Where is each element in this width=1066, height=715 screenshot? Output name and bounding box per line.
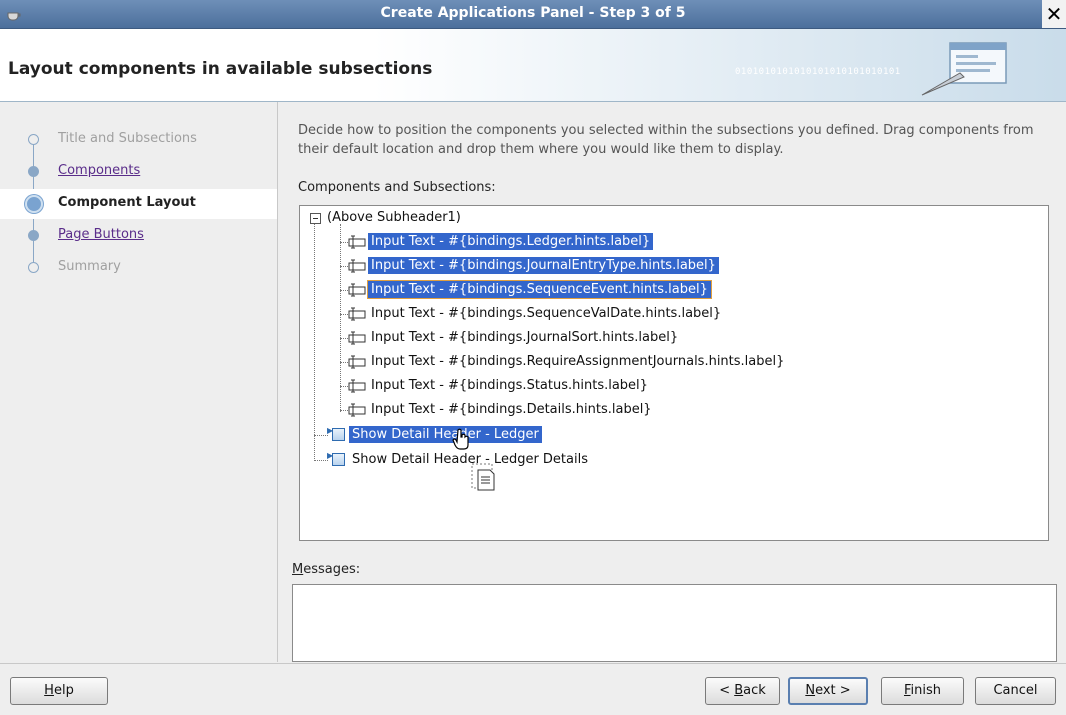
tree-line	[340, 290, 348, 291]
node-label: Input Text - #{bindings.JournalEntryType…	[368, 257, 719, 274]
tree-line	[314, 435, 328, 436]
tree-line	[314, 460, 328, 461]
messages-label-text: essages:	[303, 562, 361, 577]
step-title-and-subsections: Title and Subsections	[0, 125, 277, 155]
back-button[interactable]: < Back	[705, 677, 780, 705]
step-label: Component Layout	[58, 195, 196, 210]
hand-cursor-icon	[452, 428, 469, 450]
collapse-icon[interactable]	[310, 213, 321, 224]
messages-box[interactable]	[292, 584, 1057, 662]
tree-node-input-text[interactable]: Input Text - #{bindings.JournalSort.hint…	[340, 327, 681, 349]
page-heading: Layout components in available subsectio…	[8, 59, 433, 79]
tree-node-input-text[interactable]: Input Text - #{bindings.Ledger.hints.lab…	[340, 231, 654, 253]
binary-decoration: 0101010101010101010101010101	[735, 67, 901, 77]
tree-node-input-text[interactable]: Input Text - #{bindings.Status.hints.lab…	[340, 375, 651, 397]
node-label: Input Text - #{bindings.SequenceEvent.hi…	[367, 280, 712, 299]
next-button[interactable]: Next >	[788, 677, 868, 705]
step-label: Summary	[58, 259, 121, 274]
step-dot-icon	[28, 166, 39, 177]
wizard-graphic-icon	[921, 42, 1007, 96]
step-components[interactable]: Components	[0, 157, 277, 187]
tree-node-input-text[interactable]: Input Text - #{bindings.JournalEntryType…	[340, 255, 719, 277]
help-mnemonic: H	[44, 683, 54, 698]
footer-divider	[0, 663, 1066, 664]
input-text-icon	[348, 235, 366, 248]
back-mnemonic: B	[734, 683, 744, 698]
step-dot-icon	[28, 262, 39, 273]
node-label: Input Text - #{bindings.RequireAssignmen…	[371, 354, 785, 369]
components-label: Components and Subsections:	[298, 180, 496, 195]
node-label: (Above Subheader1)	[327, 210, 461, 225]
step-label[interactable]: Page Buttons	[58, 227, 144, 242]
tree-line	[340, 362, 348, 363]
help-label: elp	[53, 683, 74, 698]
messages-label: Messages:	[292, 562, 360, 577]
node-label: Input Text - #{bindings.Ledger.hints.lab…	[368, 233, 654, 250]
instructions-text: Decide how to position the components yo…	[298, 123, 1034, 157]
finish-button[interactable]: Finish	[881, 677, 964, 705]
input-text-icon	[348, 283, 366, 296]
finish-label: inish	[910, 683, 942, 698]
step-dot-icon	[28, 230, 39, 241]
next-label: ext >	[815, 683, 851, 698]
node-label: Input Text - #{bindings.JournalSort.hint…	[371, 330, 679, 345]
close-icon[interactable]: ✕	[1042, 0, 1066, 28]
step-label: Title and Subsections	[58, 131, 197, 146]
tree-node-input-text[interactable]: Input Text - #{bindings.SequenceValDate.…	[340, 303, 724, 325]
cancel-button[interactable]: Cancel	[975, 677, 1056, 705]
tree-line	[340, 338, 348, 339]
step-component-layout: Component Layout	[0, 189, 277, 219]
back-prefix: <	[719, 683, 735, 698]
messages-mnemonic: M	[292, 562, 304, 577]
back-label: ack	[743, 683, 766, 698]
tree-node-input-text[interactable]: Input Text - #{bindings.RequireAssignmen…	[340, 351, 787, 373]
node-label: Show Detail Header - Ledger	[349, 426, 542, 443]
tree-node-input-text[interactable]: Input Text - #{bindings.Details.hints.la…	[340, 399, 655, 421]
node-label: Input Text - #{bindings.Status.hints.lab…	[371, 378, 648, 393]
node-label: Input Text - #{bindings.SequenceValDate.…	[371, 306, 722, 321]
input-text-icon	[348, 331, 366, 344]
step-summary: Summary	[0, 253, 277, 283]
tree-node-input-text[interactable]: Input Text - #{bindings.SequenceEvent.hi…	[340, 279, 712, 301]
node-label: Input Text - #{bindings.Details.hints.la…	[371, 402, 652, 417]
tree-node-show-detail-header[interactable]: ▶ Show Detail Header - Ledger Details	[314, 449, 591, 471]
show-detail-header-icon	[332, 453, 345, 466]
next-mnemonic: N	[805, 683, 816, 698]
tree-line	[340, 314, 348, 315]
tree-line	[340, 242, 348, 243]
header-banner: Layout components in available subsectio…	[0, 29, 1066, 102]
tree-node-show-detail-header[interactable]: ▶ Show Detail Header - Ledger	[314, 424, 542, 446]
show-detail-header-icon	[332, 428, 345, 441]
drop-arrow-icon: ▶	[327, 451, 334, 460]
components-tree[interactable]: (Above Subheader1) Input Text - #{bindin…	[299, 205, 1049, 541]
help-button[interactable]: Help	[10, 677, 108, 705]
current-step-icon	[25, 195, 43, 213]
step-label[interactable]: Components	[58, 163, 140, 178]
input-text-icon	[348, 403, 366, 416]
input-text-icon	[348, 307, 366, 320]
input-text-icon	[348, 259, 366, 272]
drag-document-icon	[471, 463, 495, 491]
drop-arrow-icon: ▶	[327, 426, 334, 435]
window-title: Create Applications Panel - Step 3 of 5	[380, 5, 686, 21]
input-text-icon	[348, 355, 366, 368]
step-dot-icon	[28, 134, 39, 145]
tree-line	[340, 410, 348, 411]
wizard-steps: Title and Subsections Components Compone…	[0, 102, 278, 662]
step-page-buttons[interactable]: Page Buttons	[0, 221, 277, 251]
tree-line	[340, 266, 348, 267]
tree-line	[340, 386, 348, 387]
title-bar: Create Applications Panel - Step 3 of 5 …	[0, 0, 1066, 29]
input-text-icon	[348, 379, 366, 392]
tree-node-root[interactable]: (Above Subheader1)	[304, 207, 464, 229]
